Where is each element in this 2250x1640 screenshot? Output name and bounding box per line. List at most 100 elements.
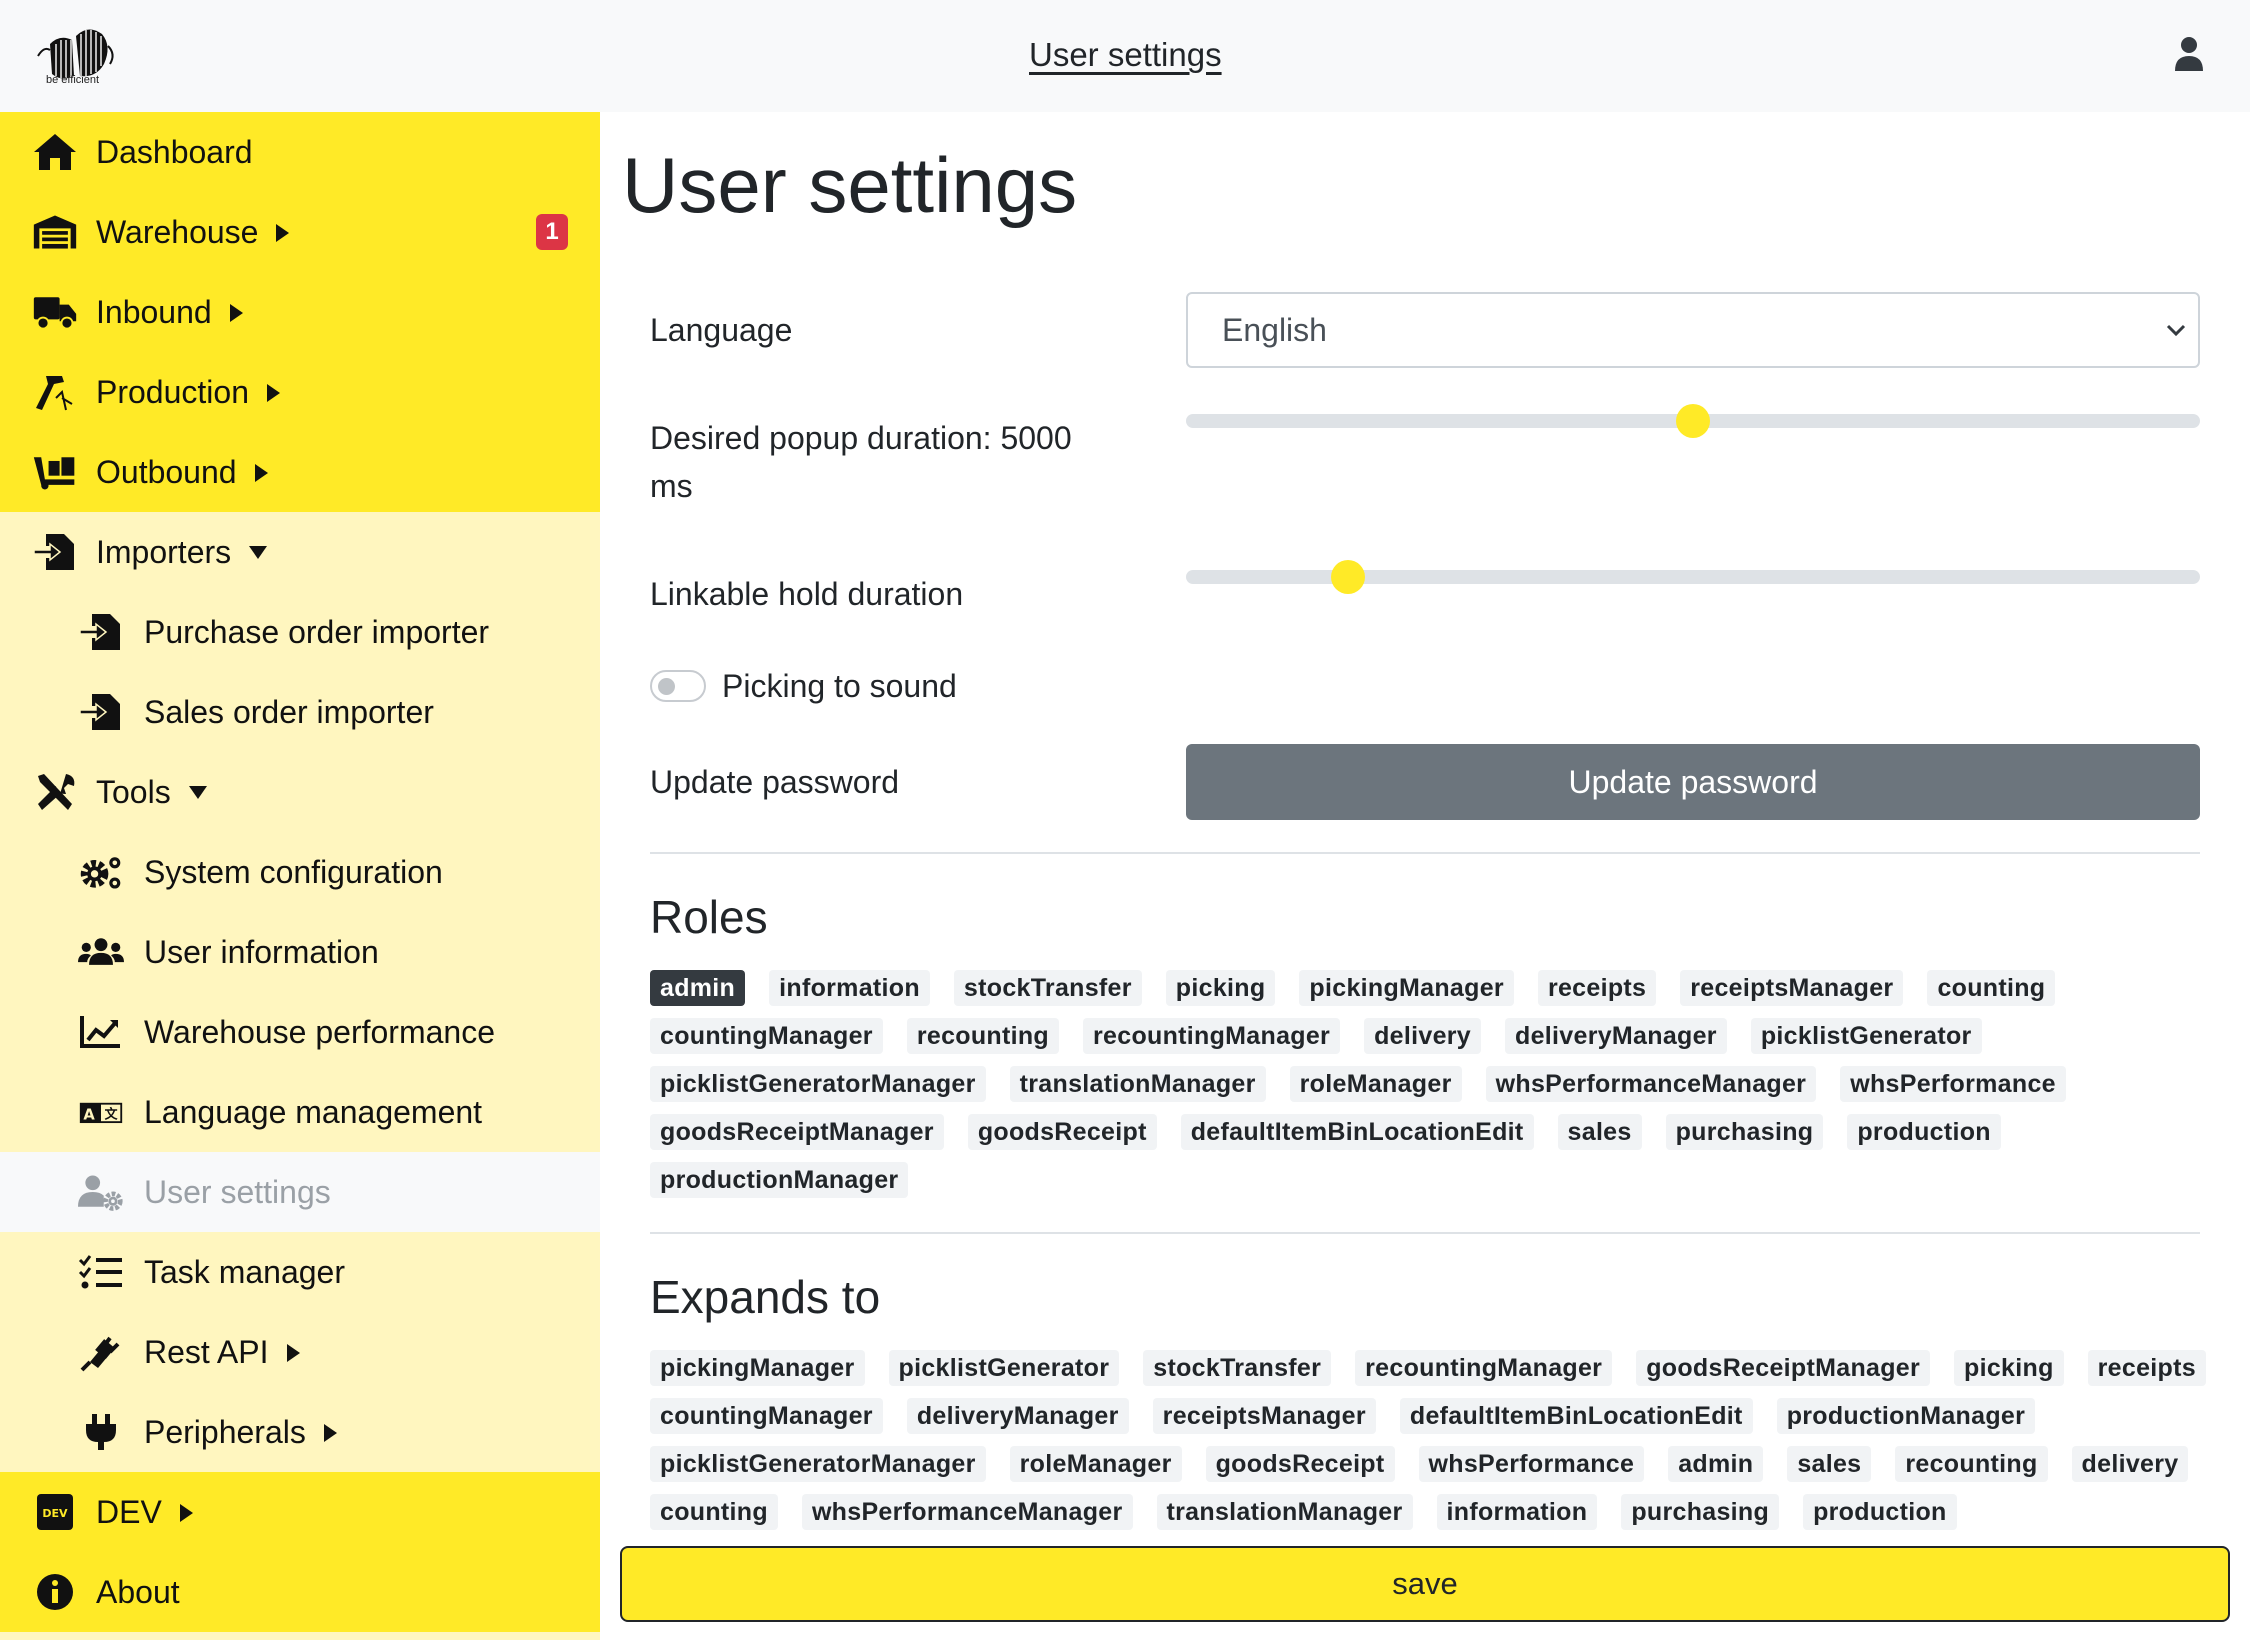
role-tag: recountingManager (1083, 1018, 1341, 1054)
linkable-hold-slider[interactable] (1186, 560, 2200, 594)
sidebar-item-warehouse-performance[interactable]: Warehouse performance (0, 992, 600, 1072)
sidebar-item-dashboard[interactable]: Dashboard (0, 112, 600, 192)
caret-down-icon (249, 546, 268, 560)
sidebar-item-label: Language management (144, 1094, 483, 1130)
sidebar-item-label: Purchase order importer (144, 614, 490, 650)
sidebar-item-task-manager[interactable]: Task manager (0, 1232, 600, 1312)
sidebar-item-peripherals[interactable]: Peripherals (0, 1392, 600, 1472)
sidebar-item-sales-order-importer[interactable]: Sales order importer (0, 672, 600, 752)
role-tag: delivery (2071, 1446, 2189, 1482)
role-tag: whsPerformance (1418, 1446, 1645, 1482)
role-tag: receipts (2087, 1350, 2206, 1386)
role-tag: goodsReceiptManager (650, 1114, 944, 1150)
role-tag: roleManager (1289, 1066, 1462, 1102)
role-tag: stockTransfer (1143, 1350, 1332, 1386)
sidebar-item-label: Production (96, 374, 249, 410)
sidebar: Dashboard Warehouse Inbound Production O… (0, 112, 600, 1640)
sidebar-item-user-settings[interactable]: User settings (0, 1152, 600, 1232)
role-tag: production (1847, 1114, 2001, 1150)
role-tag: translationManager (1009, 1066, 1266, 1102)
role-tag: picking (1165, 970, 1276, 1006)
role-tag: picking (1954, 1350, 2064, 1386)
role-tag: picklistGenerator (1750, 1018, 1982, 1054)
chevron-down-icon (2166, 324, 2186, 337)
sidebar-item-user-information[interactable]: User information (0, 912, 600, 992)
role-tag: sales (1787, 1446, 1872, 1482)
sidebar-item-language-management[interactable]: A文 Language management (0, 1072, 600, 1152)
divider (650, 1232, 2200, 1234)
dev-icon: DEV (32, 1492, 78, 1532)
update-password-button[interactable]: Update password (1186, 744, 2200, 820)
role-tag: counting (650, 1494, 778, 1530)
role-tag: pickingManager (650, 1350, 865, 1386)
popup-duration-slider-thumb[interactable] (1676, 404, 1710, 438)
sidebar-item-production[interactable]: Production (0, 352, 600, 432)
role-tag: admin (1668, 1446, 1764, 1482)
role-tag: recounting (906, 1018, 1060, 1054)
sidebar-item-label: Rest API (144, 1334, 269, 1370)
sidebar-item-inbound[interactable]: Inbound (0, 272, 600, 352)
home-icon (32, 132, 78, 172)
sidebar-item-label: Task manager (144, 1254, 345, 1290)
tools-icon (32, 772, 78, 812)
role-tag: deliveryManager (1505, 1018, 1727, 1054)
info-icon (32, 1572, 78, 1612)
plug-icon (78, 1332, 124, 1372)
sidebar-item-tools[interactable]: Tools (0, 752, 600, 832)
sidebar-item-warehouse[interactable]: Warehouse (0, 192, 600, 272)
role-tag: receiptsManager (1152, 1398, 1376, 1434)
language-label: Language (650, 312, 793, 348)
language-select-value: English (1222, 312, 1327, 348)
role-tag: recounting (1895, 1446, 2048, 1482)
role-tag: roleManager (1009, 1446, 1182, 1482)
warehouse-icon (32, 212, 78, 252)
logo-text: be efficient (46, 74, 100, 86)
role-tag: pickingManager (1299, 970, 1514, 1006)
sidebar-item-importers[interactable]: Importers (0, 512, 600, 592)
picking-to-sound-toggle[interactable] (650, 670, 706, 702)
role-tag: productionManager (650, 1162, 909, 1198)
dolly-icon (32, 452, 78, 492)
linkable-hold-slider-thumb[interactable] (1331, 560, 1365, 594)
role-tag: goodsReceiptManager (1636, 1350, 1931, 1386)
svg-text:DEV: DEV (42, 1507, 68, 1520)
role-tag: receipts (1537, 970, 1657, 1006)
main-content: User settings Language English Desired p… (600, 112, 2250, 1640)
role-tag: defaultItemBinLocationEdit (1399, 1398, 1753, 1434)
sidebar-item-label: Importers (96, 534, 232, 570)
sidebar-item-label: Sales order importer (144, 694, 434, 730)
sidebar-item-purchase-order-importer[interactable]: Purchase order importer (0, 592, 600, 672)
sidebar-item-label: System configuration (144, 854, 443, 890)
role-tag: whsPerformance (1840, 1066, 2066, 1102)
svg-text:A: A (83, 1106, 95, 1123)
sidebar-item-label: Inbound (96, 294, 212, 330)
caret-right-icon (254, 463, 268, 482)
caret-right-icon (276, 223, 290, 242)
popup-duration-slider[interactable] (1186, 404, 2200, 438)
sidebar-item-dev[interactable]: DEV DEV (0, 1472, 600, 1552)
sidebar-item-label: Peripherals (144, 1414, 306, 1450)
role-tag: whsPerformanceManager (1485, 1066, 1817, 1102)
sidebar-item-label: DEV (96, 1494, 162, 1530)
role-tag: deliveryManager (906, 1398, 1129, 1434)
sidebar-item-label: Tools (96, 774, 171, 810)
warehouse-notification-badge: 1 (536, 214, 568, 250)
role-tag: countingManager (650, 1398, 883, 1434)
update-password-label: Update password (650, 764, 900, 800)
user-icon[interactable] (2174, 36, 2204, 72)
caret-right-icon (266, 383, 280, 402)
sidebar-item-about[interactable]: About (0, 1552, 600, 1632)
language-select[interactable]: English (1186, 292, 2200, 368)
sidebar-item-rest-api[interactable]: Rest API (0, 1312, 600, 1392)
sidebar-item-label: About (96, 1574, 180, 1610)
role-tag: purchasing (1665, 1114, 1824, 1150)
save-button[interactable]: save (620, 1546, 2230, 1622)
chart-line-icon (78, 1012, 124, 1052)
picking-to-sound-label: Picking to sound (722, 668, 957, 704)
sidebar-item-system-configuration[interactable]: System configuration (0, 832, 600, 912)
caret-right-icon (179, 1503, 193, 1522)
sidebar-item-outbound[interactable]: Outbound (0, 432, 600, 512)
role-tag: goodsReceipt (967, 1114, 1157, 1150)
expands-to-title: Expands to (650, 1271, 881, 1323)
header-title-link[interactable]: User settings (1029, 36, 1222, 74)
